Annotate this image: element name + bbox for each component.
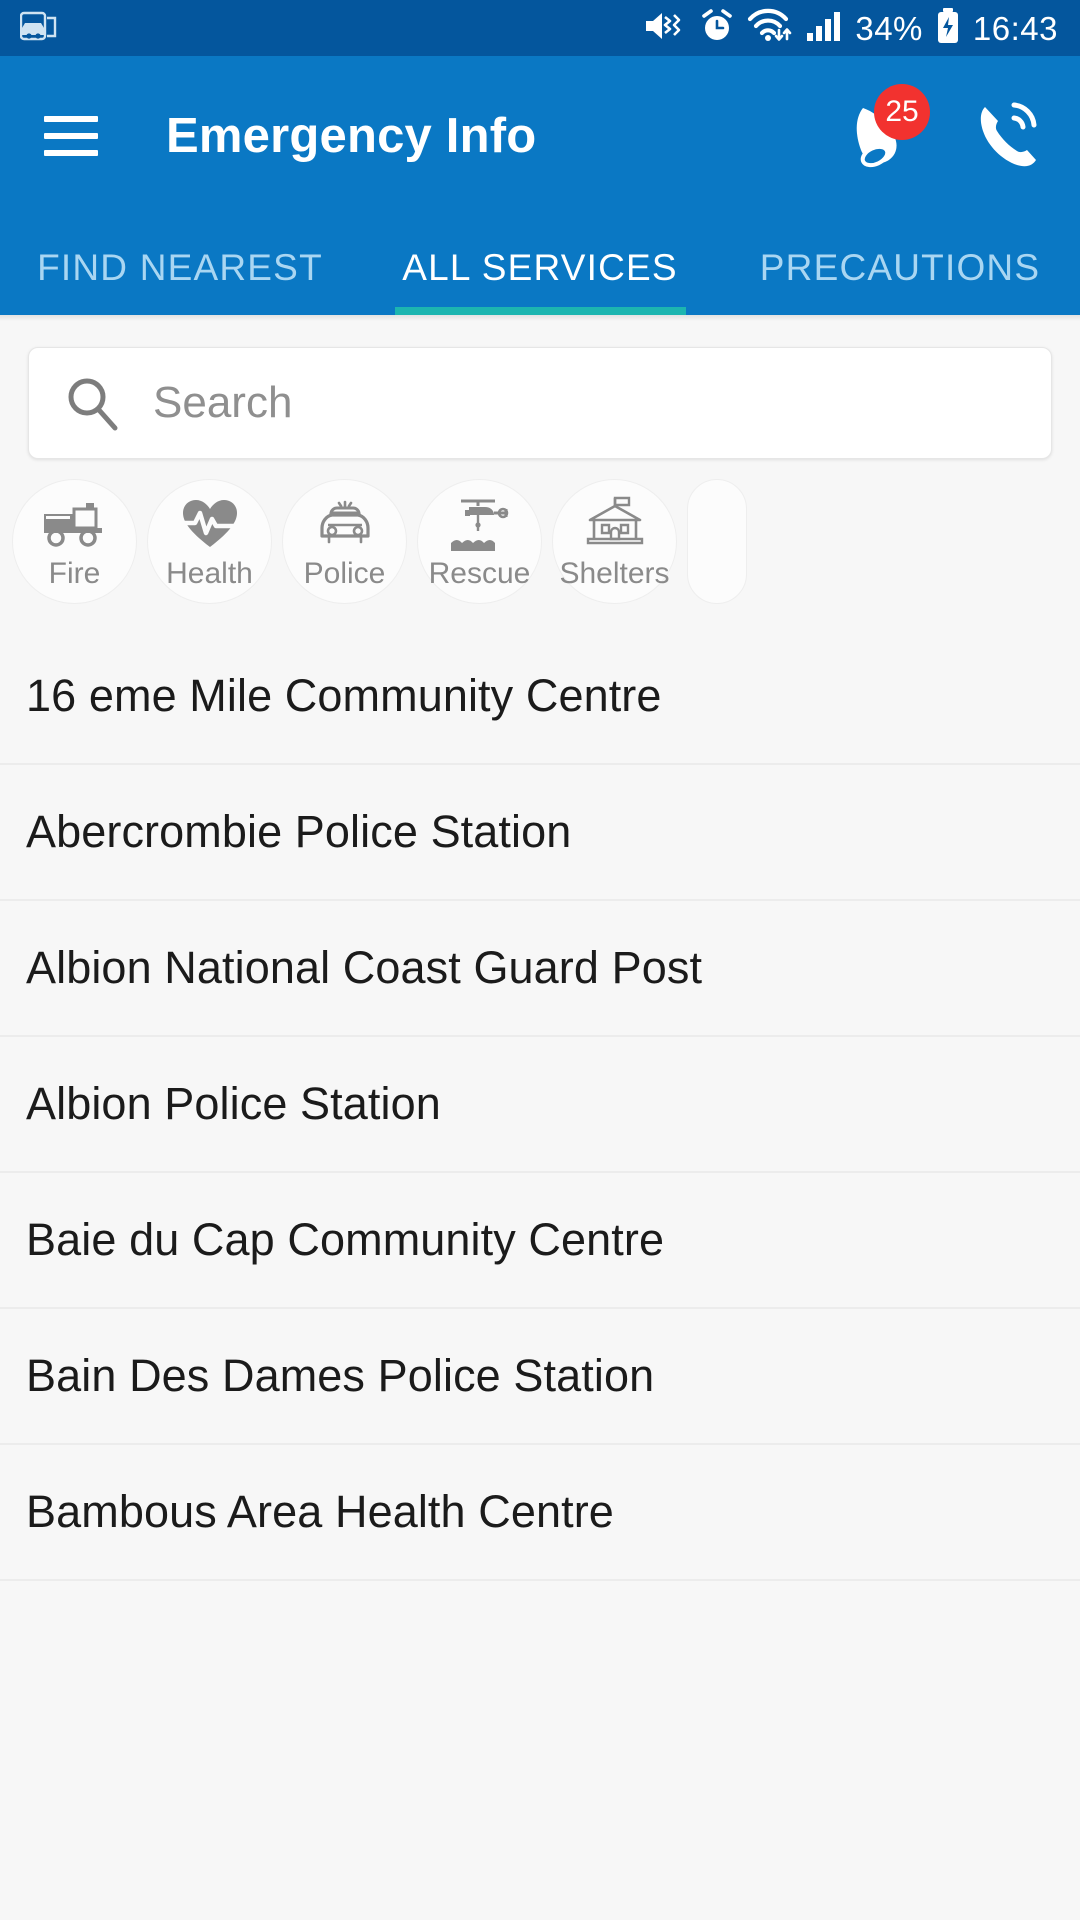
list-item[interactable]: Albion Police Station	[0, 1037, 1080, 1173]
police-car-icon	[314, 493, 376, 555]
category-chip-row[interactable]: Fire Health Police Rescue Shelters	[0, 459, 1080, 607]
tab-bar: FIND NEAREST ALL SERVICES PRECAUTIONS	[0, 215, 1080, 315]
mute-vibrate-icon	[643, 9, 687, 48]
alarm-icon	[699, 8, 735, 49]
service-name: Abercrombie Police Station	[26, 806, 572, 858]
hamburger-menu-icon[interactable]	[44, 115, 98, 156]
app-bar: Emergency Info 25	[0, 56, 1080, 215]
heart-pulse-icon	[180, 493, 239, 555]
category-label: Shelters	[559, 557, 670, 590]
search-placeholder: Search	[153, 378, 293, 427]
tab-active-indicator	[394, 307, 687, 315]
hamburger-line	[44, 149, 98, 156]
page-title: Emergency Info	[166, 108, 537, 163]
category-chip-health[interactable]: Health	[147, 478, 272, 604]
search-icon	[68, 378, 118, 431]
wifi-icon	[747, 8, 793, 49]
search-input[interactable]: Search	[28, 347, 1052, 459]
notifications-button[interactable]: 25	[842, 83, 930, 174]
service-name: Albion Police Station	[26, 1078, 441, 1130]
list-item[interactable]: Bain Des Dames Police Station	[0, 1309, 1080, 1445]
category-label: Rescue	[428, 557, 531, 590]
list-item[interactable]: Bambous Area Health Centre	[0, 1445, 1080, 1581]
list-item[interactable]: 16 eme Mile Community Centre	[0, 629, 1080, 765]
list-item[interactable]: Albion National Coast Guard Post	[0, 901, 1080, 1037]
hamburger-line	[44, 115, 98, 122]
status-bar: 34% 16:43	[0, 0, 1080, 56]
category-chip-rescue[interactable]: Rescue	[417, 478, 542, 604]
service-name: Albion National Coast Guard Post	[26, 942, 703, 994]
category-label: Police	[303, 557, 386, 590]
services-list: 16 eme Mile Community Centre Abercrombie…	[0, 629, 1080, 1581]
app-bar-actions: 25	[842, 83, 1044, 174]
battery-charging-icon	[935, 7, 961, 50]
category-chip-police[interactable]: Police	[282, 478, 407, 604]
signal-icon	[805, 9, 843, 48]
category-label: Fire	[48, 557, 101, 590]
service-name: Bain Des Dames Police Station	[26, 1350, 655, 1402]
emergency-call-button[interactable]	[968, 98, 1044, 174]
service-name: 16 eme Mile Community Centre	[26, 670, 662, 722]
rescue-helicopter-icon	[447, 493, 513, 555]
tab-all-services[interactable]: ALL SERVICES	[360, 247, 720, 315]
category-chip-fire[interactable]: Fire	[12, 478, 137, 604]
category-label: Health	[166, 557, 253, 590]
battery-percent-label: 34%	[855, 9, 923, 47]
status-bar-right: 34% 16:43	[643, 7, 1058, 50]
list-item[interactable]: Abercrombie Police Station	[0, 765, 1080, 901]
list-item[interactable]: Baie du Cap Community Centre	[0, 1173, 1080, 1309]
phone-ringing-icon	[980, 102, 1037, 166]
hamburger-line	[44, 132, 98, 139]
fire-truck-icon	[42, 493, 108, 555]
notification-badge: 25	[874, 83, 930, 140]
car-app-icon	[19, 11, 58, 46]
service-name: Baie du Cap Community Centre	[26, 1214, 665, 1266]
clock-label: 16:43	[972, 9, 1058, 47]
tab-find-nearest[interactable]: FIND NEAREST	[0, 247, 360, 315]
search-section: Search	[0, 321, 1080, 459]
category-chip-shelters[interactable]: Shelters	[552, 478, 677, 604]
app-screen: 34% 16:43 Emergency Info 25 FIND NEAREST…	[0, 0, 1080, 1920]
shelter-building-icon	[584, 493, 646, 555]
status-bar-left	[19, 11, 58, 46]
tab-precautions[interactable]: PRECAUTIONS	[720, 247, 1080, 315]
service-name: Bambous Area Health Centre	[26, 1486, 614, 1538]
category-chip-next-partial[interactable]	[687, 478, 747, 604]
